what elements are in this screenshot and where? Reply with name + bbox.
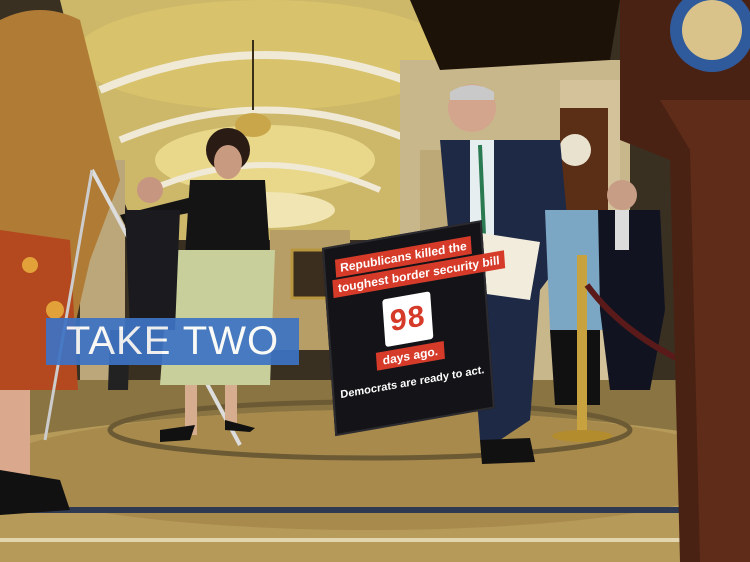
sign-day-count: 98 — [382, 291, 434, 348]
photo-scene: Republicans killed the toughest border s… — [0, 0, 750, 562]
sign-footer: Democrats are ready to act. — [340, 364, 485, 402]
take-two-overlay: TAKE TWO — [46, 318, 299, 365]
protest-sign: Republicans killed the toughest border s… — [322, 220, 506, 437]
